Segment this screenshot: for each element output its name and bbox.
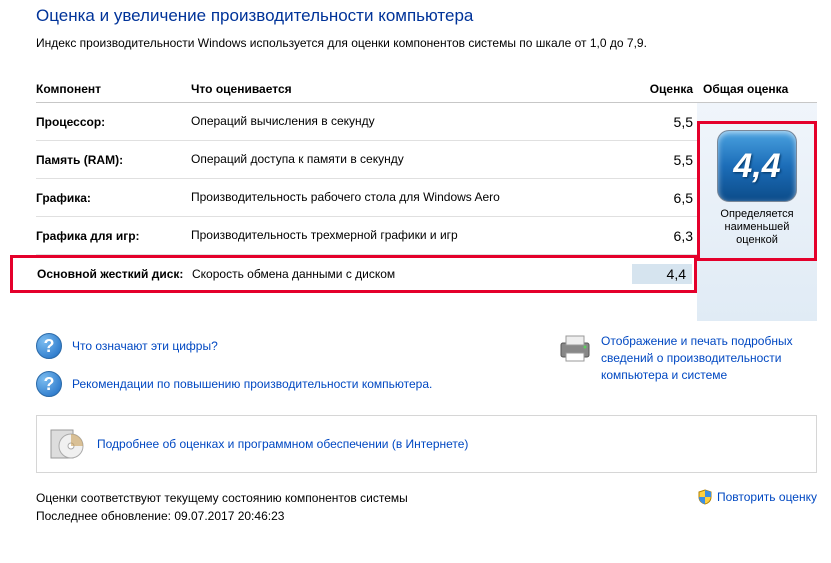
header-component: Компонент <box>36 82 191 96</box>
component-score: 5,5 <box>637 152 697 168</box>
component-description: Операций доступа к памяти в секунду <box>191 151 637 167</box>
table-row: Графика для игр: Производительность трех… <box>36 217 697 255</box>
printer-icon <box>557 333 593 363</box>
table-row: Память (RAM): Операций доступа к памяти … <box>36 141 697 179</box>
component-score-lowest: 4,4 <box>632 264 692 284</box>
component-label: Процессор: <box>36 115 191 129</box>
software-info-box: Подробнее об оценках и программном обесп… <box>36 415 817 473</box>
component-description: Производительность трехмерной графики и … <box>191 227 637 243</box>
component-score: 6,3 <box>637 228 697 244</box>
header-overall: Общая оценка <box>697 76 817 103</box>
component-label: Графика для игр: <box>36 229 191 243</box>
overall-score-highlight: 4,4 Определяется наименьшей оценкой <box>697 121 817 261</box>
component-label: Память (RAM): <box>36 153 191 167</box>
status-last-update: Последнее обновление: 09.07.2017 20:46:2… <box>36 507 408 525</box>
overall-score-value: 4,4 <box>733 147 780 186</box>
table-row-highlighted: Основной жесткий диск: Скорость обмена д… <box>10 255 697 293</box>
shield-icon <box>697 489 713 505</box>
component-label: Графика: <box>36 191 191 205</box>
rerun-label: Повторить оценку <box>717 490 817 504</box>
component-description: Операций вычисления в секунду <box>191 113 637 129</box>
link-what-numbers[interactable]: Что означают эти цифры? <box>72 338 218 355</box>
help-icon: ? <box>36 333 62 359</box>
component-score: 6,5 <box>637 190 697 206</box>
header-score: Оценка <box>637 82 697 96</box>
link-recommendations[interactable]: Рекомендации по повышению производительн… <box>72 376 432 393</box>
component-description: Производительность рабочего стола для Wi… <box>191 189 637 205</box>
overall-score-caption: Определяется наименьшей оценкой <box>706 208 808 248</box>
table-row: Графика: Производительность рабочего сто… <box>36 179 697 217</box>
component-label: Основной жесткий диск: <box>37 267 192 281</box>
link-software-online[interactable]: Подробнее об оценках и программном обесп… <box>97 436 468 453</box>
overall-score-pane: 4,4 Определяется наименьшей оценкой <box>697 103 817 321</box>
link-rerun-assessment[interactable]: Повторить оценку <box>697 489 817 505</box>
status-match-text: Оценки соответствуют текущему состоянию … <box>36 489 408 507</box>
table-row: Процессор: Операций вычисления в секунду… <box>36 103 697 141</box>
disc-icon <box>49 426 85 462</box>
help-icon: ? <box>36 371 62 397</box>
table-header: Компонент Что оценивается Оценка <box>36 76 697 103</box>
header-description: Что оценивается <box>191 82 637 96</box>
component-description: Скорость обмена данными с диском <box>192 266 632 282</box>
component-score: 5,5 <box>637 114 697 130</box>
score-badge: 4,4 <box>717 130 797 202</box>
page-subtitle: Индекс производительности Windows исполь… <box>36 34 817 52</box>
link-print-details[interactable]: Отображение и печать подробных сведений … <box>601 333 817 383</box>
page-title: Оценка и увеличение производительности к… <box>36 6 817 26</box>
